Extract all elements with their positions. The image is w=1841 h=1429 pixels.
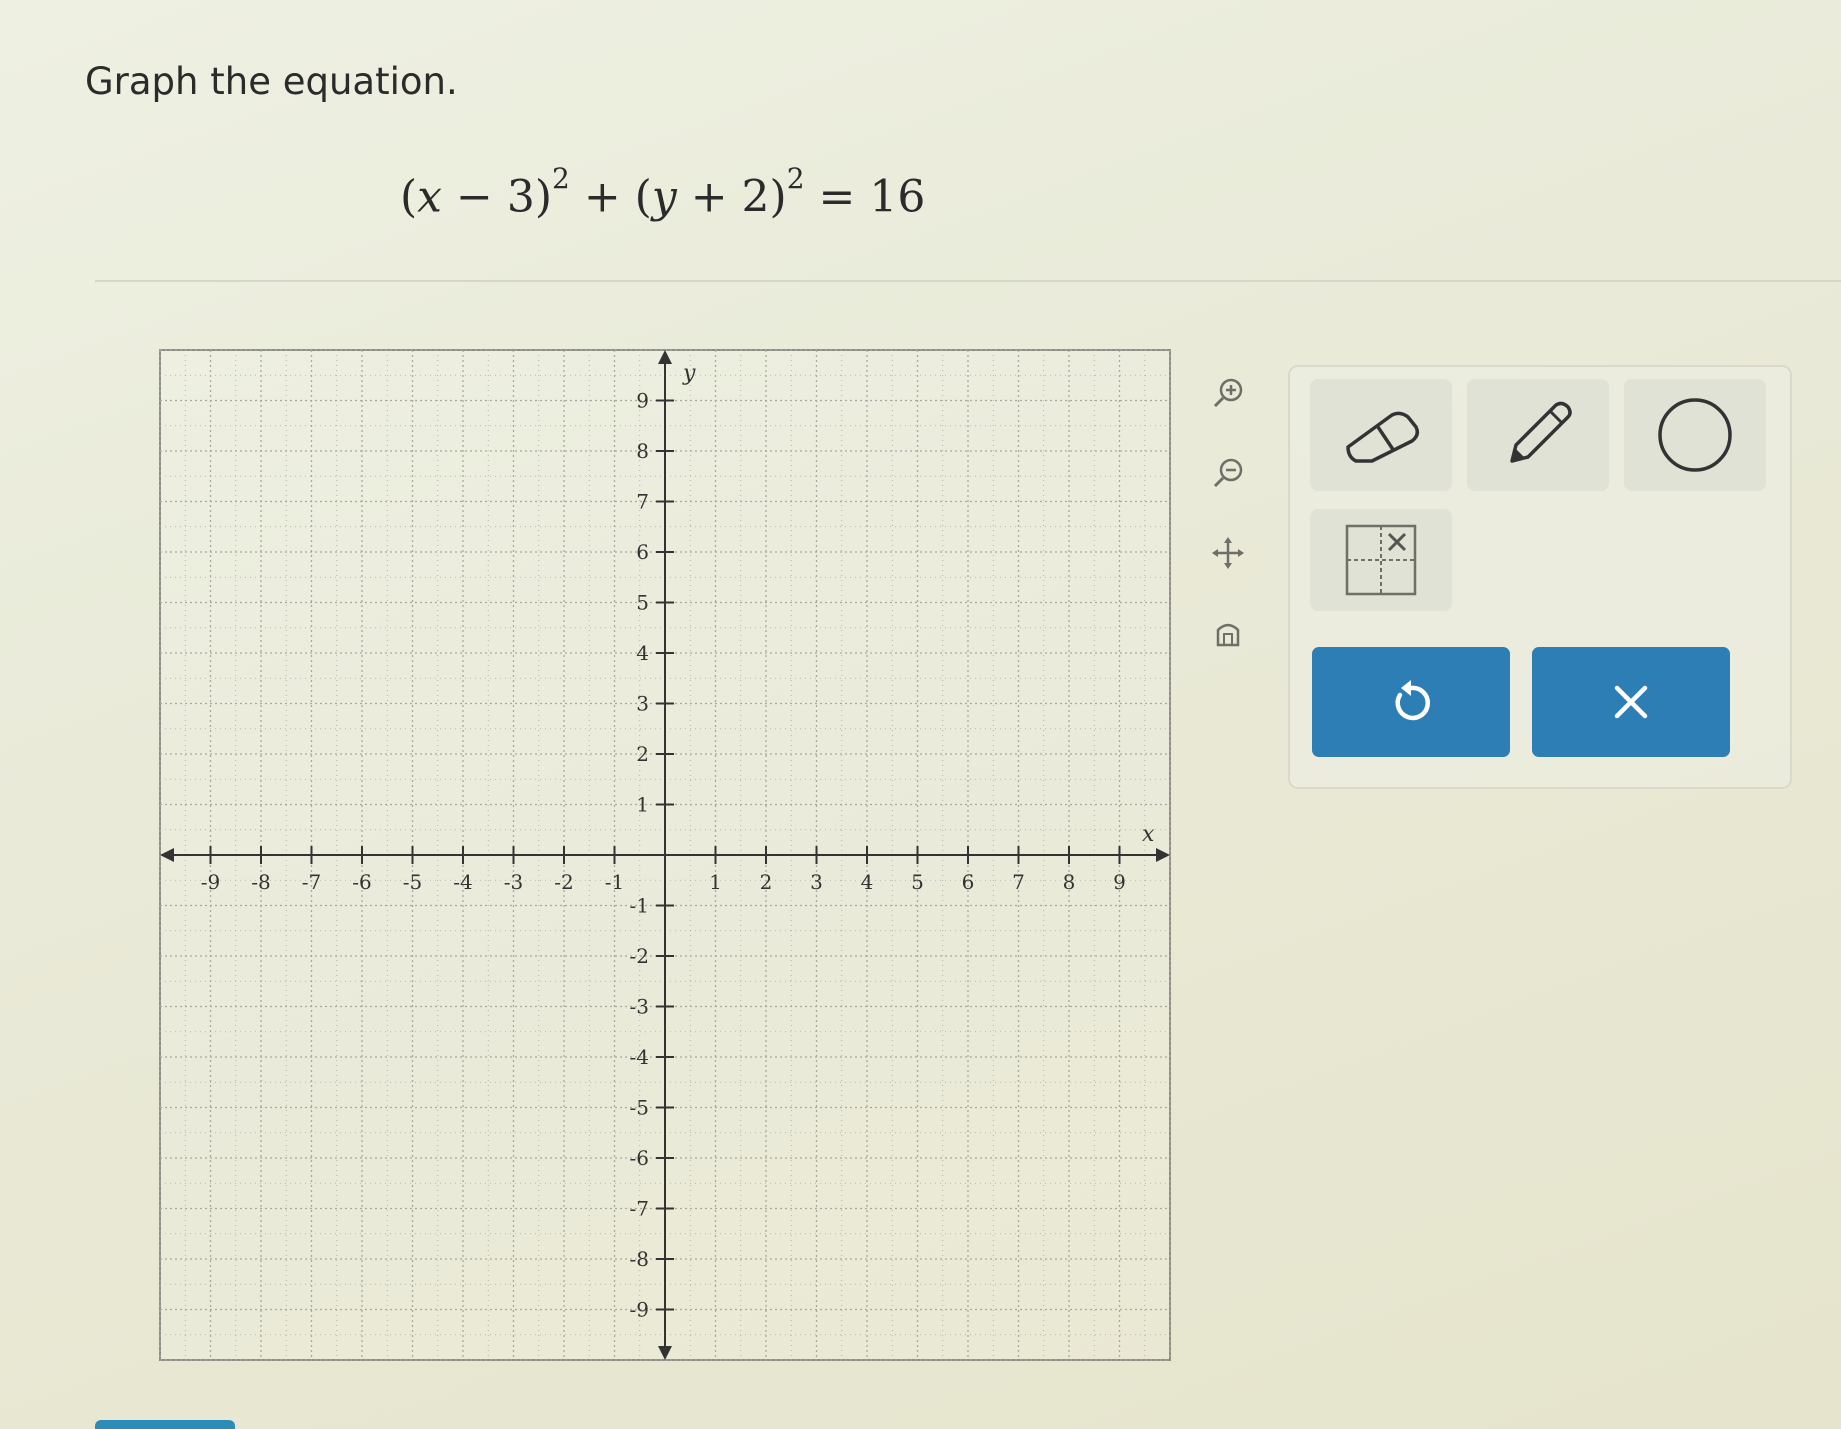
- zoom-in-button[interactable]: [1205, 370, 1251, 416]
- y-tick-label: -4: [630, 1045, 649, 1069]
- eraser-tool-button[interactable]: [1310, 379, 1452, 491]
- x-tick-label: -2: [554, 870, 573, 894]
- y-tick-label: 4: [636, 641, 649, 665]
- y-tick-label: -5: [630, 1096, 649, 1120]
- y-tick-label: -8: [630, 1247, 649, 1271]
- x-tick-label: 7: [1012, 870, 1025, 894]
- eq-var-y: y: [651, 171, 677, 223]
- undo-button[interactable]: [1312, 647, 1510, 757]
- x-axis-label: x: [1142, 822, 1155, 847]
- circle-tool-icon: [1658, 398, 1732, 472]
- equation: (x − 3)2 + (y + 2)2 = 16: [400, 162, 926, 223]
- eq-exponent: 2: [786, 162, 805, 195]
- x-tick-label: 3: [810, 870, 823, 894]
- y-tick-label: 3: [636, 692, 649, 716]
- x-tick-label: 8: [1063, 870, 1076, 894]
- y-tick-label: -6: [630, 1146, 649, 1170]
- x-tick-label: -6: [352, 870, 371, 894]
- eq-part: + 2): [676, 171, 787, 223]
- y-tick-label: 5: [636, 591, 649, 615]
- x-tick-label: 1: [709, 870, 722, 894]
- home-icon: [1216, 623, 1240, 647]
- y-tick-label: 9: [636, 389, 649, 413]
- eq-part: − 3): [442, 171, 552, 223]
- x-tick-label: -9: [201, 870, 220, 894]
- clear-icon: [1614, 685, 1648, 719]
- y-tick-label: -9: [630, 1298, 649, 1322]
- x-tick-label: -8: [251, 870, 270, 894]
- x-tick-label: 9: [1113, 870, 1126, 894]
- zoom-out-button[interactable]: [1205, 450, 1251, 496]
- y-tick-label: -1: [630, 894, 649, 918]
- zoom-in-icon: [1213, 378, 1243, 408]
- x-tick-label: 6: [962, 870, 975, 894]
- x-tick-label: -7: [302, 870, 321, 894]
- y-tick-label: 6: [636, 540, 649, 564]
- pan-button[interactable]: [1205, 530, 1251, 576]
- undo-icon: [1395, 680, 1430, 721]
- y-tick-label: 1: [636, 793, 649, 817]
- instruction-text: Graph the equation.: [85, 60, 458, 103]
- pencil-tool-button[interactable]: [1467, 379, 1609, 491]
- eq-part: + (: [569, 171, 652, 223]
- y-tick-label: 8: [636, 439, 649, 463]
- x-tick-label: -5: [403, 870, 422, 894]
- zoom-out-icon: [1213, 458, 1243, 488]
- divider: [95, 280, 1841, 282]
- submit-button-edge[interactable]: [95, 1420, 235, 1429]
- y-tick-label: -3: [630, 995, 649, 1019]
- x-tick-label: 4: [861, 870, 874, 894]
- x-tick-label: -4: [453, 870, 472, 894]
- circle-tool-button[interactable]: [1624, 379, 1766, 491]
- y-axis-label: y: [682, 361, 696, 386]
- eq-part: = 16: [804, 171, 926, 223]
- x-tick-label: 5: [911, 870, 924, 894]
- clear-button[interactable]: [1532, 647, 1730, 757]
- no-solution-icon: [1345, 524, 1417, 596]
- x-tick-label: 2: [760, 870, 773, 894]
- tool-panel: [1288, 365, 1792, 789]
- y-tick-label: -7: [630, 1197, 649, 1221]
- home-button[interactable]: [1205, 610, 1251, 656]
- y-tick-label: -2: [630, 944, 649, 968]
- coordinate-plane[interactable]: -9 -8 -7 -6 -5 -4 -3 -2 -1 1 2 3 4 5 6 7 8 9 9 8 7 6 5 4 3 2 1 -1 -2…: [150, 340, 1180, 1370]
- pan-icon: [1212, 537, 1244, 569]
- eq-part: (: [400, 171, 418, 223]
- eraser-icon: [1346, 411, 1420, 463]
- x-tick-label: -1: [605, 870, 624, 894]
- eq-var-x: x: [417, 171, 442, 223]
- no-solution-button[interactable]: [1310, 509, 1452, 611]
- y-tick-label: 7: [636, 490, 649, 514]
- x-tick-label: -3: [504, 870, 523, 894]
- eq-exponent: 2: [552, 162, 570, 195]
- y-tick-label: 2: [636, 742, 649, 766]
- graph-area[interactable]: -9 -8 -7 -6 -5 -4 -3 -2 -1 1 2 3 4 5 6 7 8 9 9 8 7 6 5 4 3 2 1 -1 -2…: [150, 340, 1180, 1370]
- pencil-icon: [1510, 401, 1572, 463]
